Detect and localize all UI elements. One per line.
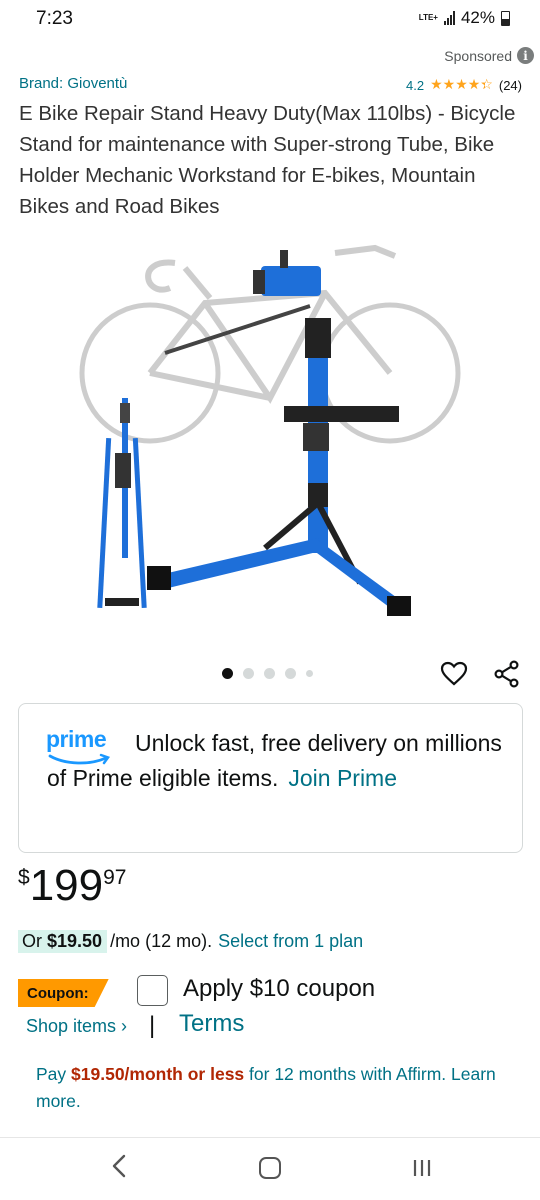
status-time: 7:23 bbox=[36, 8, 73, 29]
rating-summary[interactable]: 4.2 ★★★★★☆ (24) bbox=[406, 77, 522, 93]
affirm-offer[interactable]: Pay $19.50/month or less for 12 months w… bbox=[36, 1061, 496, 1115]
carousel-dot[interactable] bbox=[264, 668, 275, 679]
network-type-icon: LTE+ bbox=[418, 13, 438, 22]
share-icon[interactable] bbox=[493, 660, 521, 688]
sponsored-label[interactable]: Sponsored i bbox=[444, 47, 534, 64]
status-bar: 7:23 LTE+ 42% bbox=[0, 0, 540, 40]
battery-icon bbox=[501, 10, 510, 26]
rating-value: 4.2 bbox=[406, 77, 425, 93]
product-title: E Bike Repair Stand Heavy Duty(Max 110lb… bbox=[19, 102, 516, 218]
carousel-dot[interactable] bbox=[285, 668, 296, 679]
back-icon[interactable] bbox=[108, 1152, 130, 1180]
price-whole: 199 bbox=[29, 861, 104, 910]
star-rating-icon: ★★★★★☆ bbox=[430, 77, 493, 93]
home-icon[interactable] bbox=[259, 1157, 281, 1179]
coupon-badge: Coupon: bbox=[18, 979, 109, 1007]
prime-promo-card[interactable]: prime Unlock fast, free delivery on mill… bbox=[18, 703, 523, 853]
carousel-dot[interactable] bbox=[306, 670, 313, 677]
installment-prefix: Or bbox=[22, 931, 47, 951]
prime-message: Unlock fast, free delivery on millions o… bbox=[47, 726, 517, 795]
battery-percent: 42% bbox=[460, 8, 495, 27]
price-fraction: 97 bbox=[103, 866, 127, 889]
carousel-dot[interactable] bbox=[222, 668, 233, 679]
rating-count: (24) bbox=[498, 77, 522, 93]
coupon-label[interactable]: Apply $10 coupon bbox=[183, 975, 375, 1003]
terms-link[interactable]: Terms bbox=[179, 1010, 244, 1038]
select-plan-link[interactable]: Select from 1 plan bbox=[218, 931, 363, 952]
installment-highlight: Or $19.50 bbox=[18, 930, 108, 953]
installment-amount: $19.50 bbox=[47, 931, 103, 951]
brand-link[interactable]: Brand: Gioventù bbox=[19, 75, 127, 92]
join-prime-link[interactable]: Join Prime bbox=[288, 765, 397, 791]
heart-icon[interactable] bbox=[440, 660, 468, 688]
image-carousel-indicator[interactable] bbox=[222, 668, 313, 679]
installment-suffix: /mo (12 mo). bbox=[110, 931, 213, 951]
affirm-prefix: Pay bbox=[36, 1064, 72, 1084]
price-symbol: $ bbox=[18, 866, 30, 889]
link-separator: | bbox=[149, 1012, 156, 1039]
sponsored-text: Sponsored bbox=[444, 47, 512, 64]
info-icon[interactable]: i bbox=[517, 47, 534, 64]
price: $ 199 97 bbox=[18, 860, 126, 912]
signal-icon bbox=[443, 11, 455, 25]
coupon-checkbox[interactable] bbox=[137, 975, 168, 1006]
affirm-amount: $19.50/month or less bbox=[71, 1064, 245, 1084]
product-image[interactable] bbox=[75, 228, 475, 628]
recents-icon[interactable] bbox=[411, 1158, 433, 1178]
prime-message-text: Unlock fast, free delivery on millions o… bbox=[47, 730, 502, 791]
carousel-dot[interactable] bbox=[243, 668, 254, 679]
installment-offer: Or $19.50 /mo (12 mo). Select from 1 pla… bbox=[18, 930, 363, 953]
status-icons: LTE+ 42% bbox=[419, 8, 510, 28]
shop-items-link[interactable]: Shop items › bbox=[26, 1016, 127, 1037]
folded-stand-illustration bbox=[97, 398, 147, 608]
